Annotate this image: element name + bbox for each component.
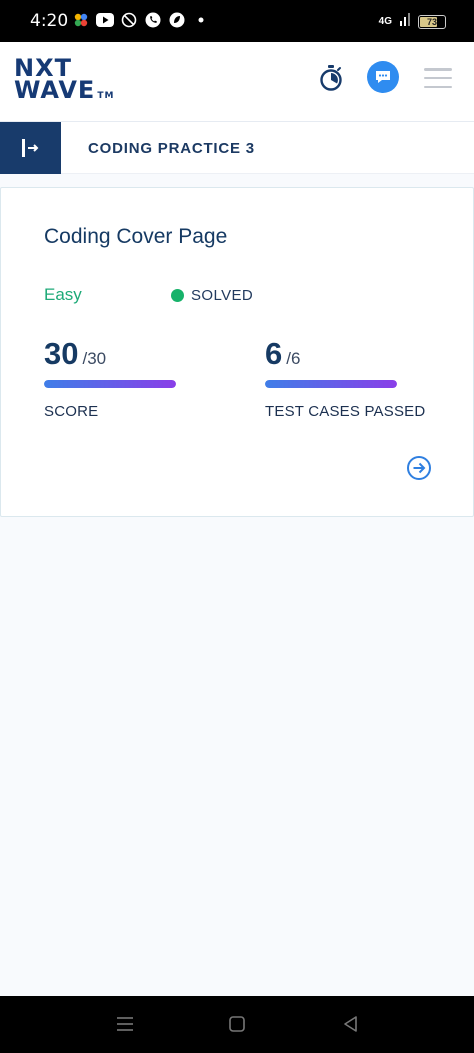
- status-text: SOLVED: [191, 287, 254, 304]
- tests-metric: 6/6 TEST CASES PASSED: [265, 336, 425, 420]
- tests-total: /6: [286, 349, 301, 368]
- status-time: 4:20: [30, 11, 69, 31]
- app-header: NXT WAVE TM: [0, 42, 474, 122]
- battery-percent: 73: [426, 16, 437, 27]
- tests-progress-fill: [265, 380, 397, 388]
- recent-apps-icon[interactable]: [114, 1014, 136, 1034]
- hamburger-menu-icon[interactable]: [424, 68, 452, 88]
- leaf-icon: [168, 11, 186, 29]
- tests-value: 6: [265, 336, 283, 371]
- battery-icon: 73: [418, 14, 446, 29]
- timer-icon: [320, 65, 342, 91]
- network-indicator: 4G: [378, 16, 392, 27]
- collapse-sidebar-icon: [21, 139, 38, 157]
- tests-progress-bar: [265, 380, 397, 388]
- arrow-circle-right-icon: [407, 456, 431, 480]
- score-metric: 30/30 SCORE: [44, 336, 176, 420]
- tests-label: TEST CASES PASSED: [265, 403, 426, 420]
- status-dot-icon: [171, 289, 184, 302]
- score-total: /30: [82, 349, 107, 368]
- status-bar: 4:20 4G 73: [0, 0, 474, 42]
- status-badge: SOLVED: [171, 287, 253, 304]
- chat-button[interactable]: [367, 61, 399, 93]
- youtube-icon: [96, 11, 114, 29]
- signal-icon: [400, 12, 410, 31]
- chat-icon: [376, 71, 390, 83]
- phone-icon: [144, 11, 162, 29]
- nxtwave-logo[interactable]: NXT WAVE TM: [14, 56, 115, 107]
- section-title: CODING PRACTICE 3: [88, 140, 255, 157]
- collapse-sidebar-button[interactable]: [0, 122, 61, 174]
- score-progress-fill: [44, 380, 176, 388]
- score-label: SCORE: [44, 403, 99, 420]
- notification-icons: [72, 11, 210, 29]
- problem-card[interactable]: Coding Cover Page Easy SOLVED 30/30 SCOR…: [0, 187, 474, 517]
- section-bar: CODING PRACTICE 3: [0, 122, 474, 174]
- timer-button[interactable]: [318, 64, 344, 92]
- no-entry-icon: [120, 11, 138, 29]
- score-progress-bar: [44, 380, 176, 388]
- logo-line2: WAVE: [14, 76, 96, 104]
- difficulty-label: Easy: [44, 285, 82, 304]
- open-problem-button[interactable]: [406, 455, 432, 481]
- logo-tm: TM: [97, 91, 115, 101]
- pinwheel-icon: [72, 11, 90, 29]
- back-icon[interactable]: [340, 1014, 362, 1034]
- home-icon[interactable]: [226, 1014, 248, 1034]
- dot-icon: [192, 11, 210, 29]
- system-indicators: 4G 73: [379, 12, 446, 31]
- problem-title[interactable]: Coding Cover Page: [44, 225, 227, 249]
- system-nav-bar: [0, 996, 474, 1053]
- score-value: 30: [44, 336, 79, 371]
